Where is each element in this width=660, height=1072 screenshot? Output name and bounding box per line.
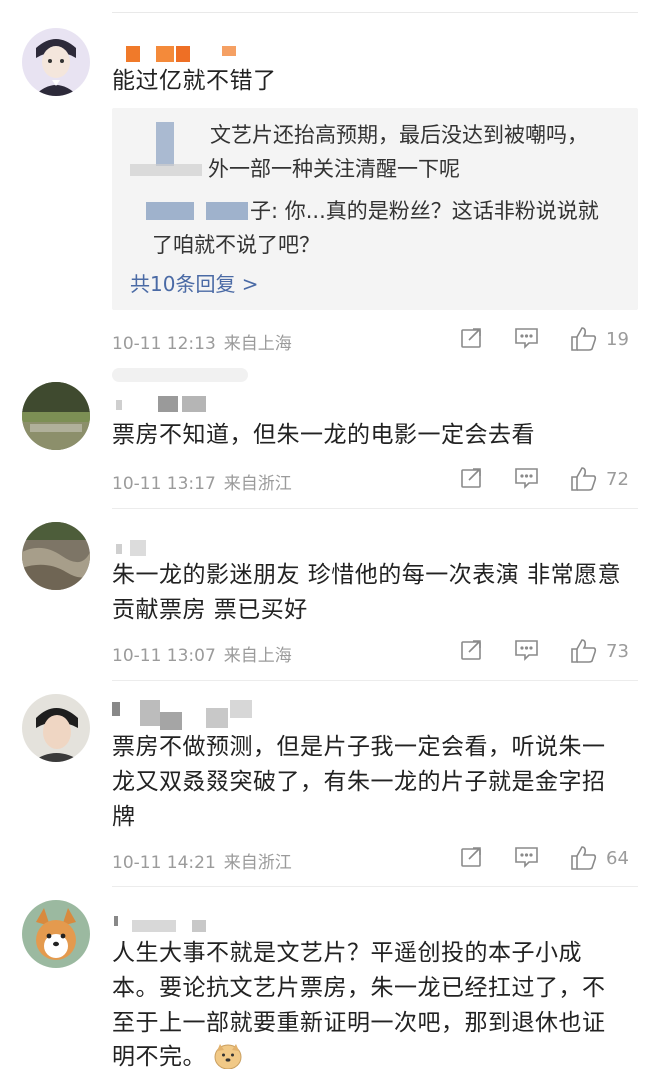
like-button[interactable]: 19 (570, 326, 640, 352)
comment-text: 能过亿就不错了 (112, 68, 277, 94)
like-icon (571, 846, 597, 870)
reply-line-4: 了咱就不说了吧？ (152, 233, 320, 257)
reply-blur (130, 164, 202, 176)
reply-line-1: 文艺片还抬高预期，最后没达到被嘲吗， (210, 123, 588, 147)
doge-emoji-icon (214, 1043, 242, 1072)
avatar[interactable] (22, 28, 90, 96)
avatar[interactable] (22, 694, 90, 762)
comment-text-line-1: 票房不做预测，但是片子我一定会看，听说朱一 (112, 734, 606, 760)
comment-text-line-2: 龙又双叒叕突破了，有朱一龙的片子就是金字招 (112, 769, 606, 795)
reply-username-blurred (206, 202, 248, 220)
username-blurred[interactable] (112, 540, 162, 560)
like-icon (571, 639, 597, 663)
comment-icon[interactable] (514, 466, 540, 492)
comment-text-line-4: 明不完。 (112, 1040, 632, 1072)
username-blurred[interactable] (112, 912, 222, 932)
like-icon (571, 467, 597, 491)
avatar[interactable] (22, 900, 90, 968)
comment-icon[interactable] (514, 326, 540, 352)
comment-meta: 10-11 13:17 来自浙江 72 (112, 466, 640, 494)
like-button[interactable]: 72 (570, 466, 640, 492)
comment-divider (112, 368, 248, 382)
like-count: 64 (606, 848, 629, 869)
comment-text-line-2: 本。要论抗文艺片票房，朱一龙已经扛过了，不 (112, 975, 606, 1001)
comment-text-line-3: 至于上一部就要重新证明一次吧，那到退休也证 (112, 1010, 606, 1036)
comment-icon[interactable] (514, 638, 540, 664)
username-blurred[interactable] (112, 46, 242, 66)
reply-line-3: 子: 你...真的是粉丝？这话非粉说说就 (250, 199, 599, 223)
top-divider (112, 12, 638, 13)
comment-text: 票房不知道，但朱一龙的电影一定会去看 (112, 422, 535, 448)
comment-meta: 10-11 14:21 来自浙江 64 (112, 845, 640, 873)
action-bar: 19 (460, 326, 640, 354)
avatar[interactable] (22, 522, 90, 590)
reply-preview-box[interactable]: 文艺片还抬高预期，最后没达到被嘲吗， 外一部一种关注清醒一下呢 子: 你...真… (112, 108, 638, 310)
username-blurred[interactable] (112, 700, 272, 730)
comment-text-line-3: 牌 (112, 804, 136, 830)
share-icon[interactable] (460, 326, 484, 352)
like-count: 19 (606, 329, 629, 350)
comment-text-line-2: 贡献票房 票已买好 (112, 597, 308, 623)
like-count: 72 (606, 469, 629, 490)
comment-icon[interactable] (514, 845, 540, 871)
like-button[interactable]: 73 (570, 638, 640, 664)
comment-divider (112, 680, 638, 681)
username-blurred[interactable] (112, 396, 212, 416)
action-bar: 72 (460, 466, 640, 494)
share-icon[interactable] (460, 466, 484, 492)
comment-meta: 10-11 13:07 来自上海 73 (112, 638, 640, 666)
timestamp: 10-11 14:21 来自浙江 (112, 853, 292, 873)
timestamp: 10-11 13:17 来自浙江 (112, 474, 292, 494)
share-icon[interactable] (460, 845, 484, 871)
comment-divider (112, 508, 638, 509)
reply-username-blurred (146, 202, 194, 220)
like-count: 73 (606, 641, 629, 662)
reply-line-2: 外一部一种关注清醒一下呢 (208, 157, 460, 181)
timestamp: 10-11 12:13 来自上海 (112, 334, 292, 354)
like-button[interactable]: 64 (570, 845, 640, 871)
like-icon (571, 327, 597, 351)
share-icon[interactable] (460, 638, 484, 664)
comment-meta: 10-11 12:13 来自上海 19 (112, 326, 640, 354)
reply-username-blurred (156, 122, 174, 166)
avatar[interactable] (22, 382, 90, 450)
comment-text-line-1: 人生大事不就是文艺片？平遥创投的本子小成 (112, 940, 582, 966)
comment-divider (112, 886, 638, 887)
more-replies-link[interactable]: 共10条回复 > (130, 268, 259, 297)
action-bar: 64 (460, 845, 640, 873)
action-bar: 73 (460, 638, 640, 666)
timestamp: 10-11 13:07 来自上海 (112, 646, 292, 666)
comment-text-line-1: 朱一龙的影迷朋友 珍惜他的每一次表演 非常愿意 (112, 562, 622, 588)
